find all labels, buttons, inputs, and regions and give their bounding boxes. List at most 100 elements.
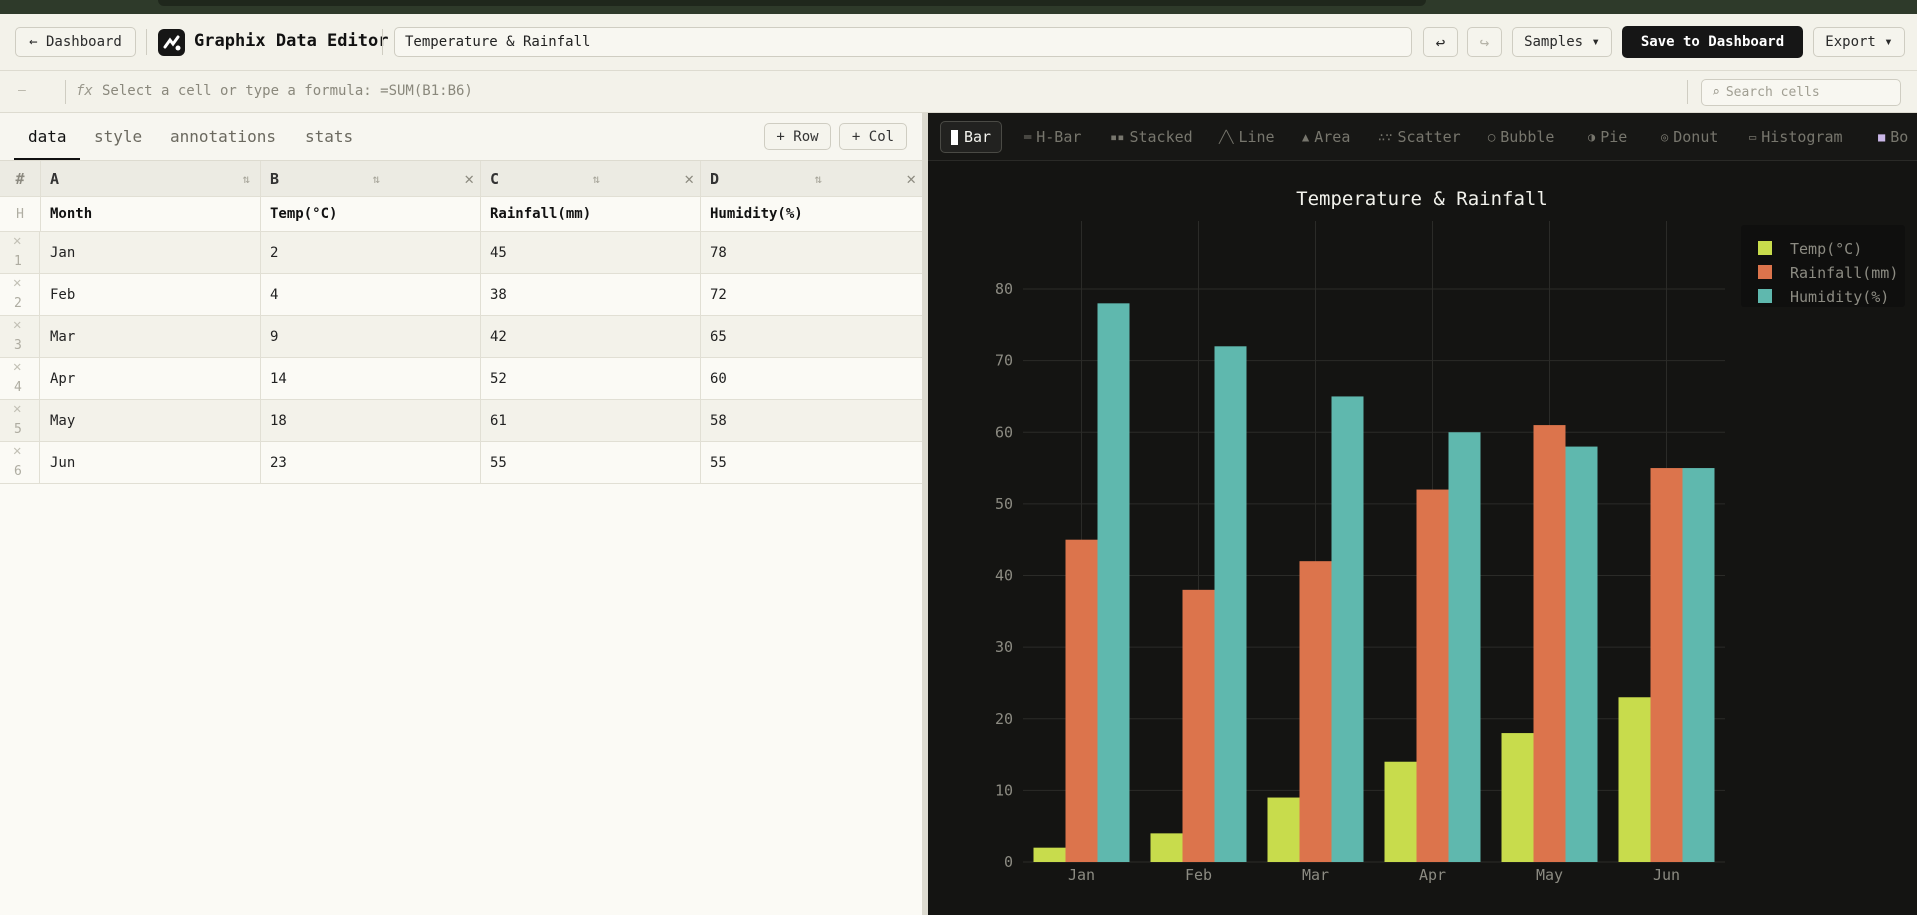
- delete-column-icon[interactable]: ✕: [684, 169, 694, 188]
- table-cell[interactable]: 72: [701, 274, 922, 315]
- table-cell[interactable]: 78: [701, 232, 922, 273]
- header-cell[interactable]: Rainfall(mm): [481, 197, 701, 231]
- sort-icon[interactable]: ⇅: [593, 172, 600, 186]
- table-cell[interactable]: 52: [481, 358, 701, 399]
- tab-data[interactable]: data: [28, 127, 67, 146]
- column-header-a[interactable]: A ⇅: [41, 161, 261, 196]
- table-cell[interactable]: 9: [261, 316, 481, 357]
- sort-icon[interactable]: ⇅: [243, 172, 250, 186]
- tab-annotations[interactable]: annotations: [170, 127, 276, 146]
- chart-type-bar[interactable]: Bar: [940, 121, 1003, 153]
- delete-column-icon[interactable]: ✕: [464, 169, 474, 188]
- header-cell[interactable]: Humidity(%): [701, 197, 922, 231]
- y-tick-label: 80: [995, 280, 1013, 298]
- top-strip-bar: [158, 0, 1426, 6]
- search-cells-input[interactable]: ⌕ Search cells: [1701, 79, 1901, 106]
- table-cell[interactable]: 23: [261, 442, 481, 483]
- table-cell[interactable]: Mar: [41, 316, 261, 357]
- formula-input[interactable]: Select a cell or type a formula: =SUM(B1…: [102, 83, 473, 99]
- header-cell[interactable]: Temp(°C): [261, 197, 481, 231]
- table-cell[interactable]: 42: [481, 316, 701, 357]
- redo-button[interactable]: ↪: [1467, 27, 1502, 57]
- chart-type-hbar[interactable]: ═ H-Bar: [1024, 121, 1081, 153]
- column-header-c[interactable]: C ⇅ ✕: [481, 161, 701, 196]
- table-cell[interactable]: 58: [701, 400, 922, 441]
- table-cell[interactable]: 65: [701, 316, 922, 357]
- legend-swatch: [1758, 241, 1772, 255]
- delete-row-icon[interactable]: ✕: [13, 443, 21, 459]
- chart-type-stacked[interactable]: ▪▪ Stacked: [1110, 121, 1193, 153]
- header: ← Dashboard Graphix Data Editor Temperat…: [0, 14, 1917, 71]
- table-cell[interactable]: 4: [261, 274, 481, 315]
- table-cell[interactable]: Jun: [41, 442, 261, 483]
- chart-type-box[interactable]: ■ Bo: [1878, 121, 1908, 153]
- column-header-d[interactable]: D ⇅ ✕: [701, 161, 922, 196]
- bar: [1682, 468, 1715, 862]
- table-cell[interactable]: 18: [261, 400, 481, 441]
- delete-row-icon[interactable]: ✕: [13, 401, 21, 417]
- column-letter: D: [710, 169, 720, 188]
- table-cell[interactable]: Apr: [41, 358, 261, 399]
- table-cell[interactable]: May: [41, 400, 261, 441]
- chart-type-pie[interactable]: ◑ Pie: [1588, 121, 1627, 153]
- delete-column-icon[interactable]: ✕: [906, 169, 916, 188]
- y-tick-label: 20: [995, 710, 1013, 728]
- redo-icon: ↪: [1479, 32, 1490, 52]
- table-cell[interactable]: 60: [701, 358, 922, 399]
- table-cell[interactable]: 45: [481, 232, 701, 273]
- column-header-b[interactable]: B ⇅ ✕: [261, 161, 481, 196]
- add-column-button[interactable]: + Col: [839, 123, 907, 150]
- bar: [1533, 425, 1566, 862]
- box-chart-icon: ■: [1878, 130, 1886, 144]
- chart-type-area[interactable]: ▲ Area: [1302, 121, 1350, 153]
- bar: [1565, 446, 1598, 862]
- stacked-chart-icon: ▪▪: [1110, 130, 1125, 144]
- x-tick-label: Feb: [1185, 866, 1212, 884]
- table-cell[interactable]: 2: [261, 232, 481, 273]
- bar: [1331, 396, 1364, 862]
- save-to-dashboard-button[interactable]: Save to Dashboard: [1622, 26, 1803, 58]
- chart-type-bubble[interactable]: ◯ Bubble: [1488, 121, 1554, 153]
- chart-type-label: Pie: [1600, 128, 1628, 146]
- tab-style[interactable]: style: [94, 127, 142, 146]
- chart-type-label: Area: [1314, 128, 1351, 146]
- sort-icon[interactable]: ⇅: [373, 172, 380, 186]
- table-cell[interactable]: Jan: [41, 232, 261, 273]
- table-cell[interactable]: Feb: [41, 274, 261, 315]
- delete-row-icon[interactable]: ✕: [13, 317, 21, 333]
- samples-dropdown[interactable]: Samples ▾: [1512, 27, 1612, 57]
- bar: [1214, 346, 1247, 862]
- y-tick-label: 50: [995, 495, 1013, 513]
- table-cell[interactable]: 61: [481, 400, 701, 441]
- delete-row-icon[interactable]: ✕: [13, 359, 21, 375]
- export-dropdown[interactable]: Export ▾: [1813, 27, 1905, 57]
- header-cell[interactable]: Month: [41, 197, 261, 231]
- legend-swatch: [1758, 289, 1772, 303]
- delete-row-icon[interactable]: ✕: [13, 233, 21, 249]
- bar: [1416, 489, 1449, 862]
- table-cell[interactable]: 55: [701, 442, 922, 483]
- table-cell[interactable]: 55: [481, 442, 701, 483]
- bar: [1650, 468, 1683, 862]
- chart-type-histogram[interactable]: ▭ Histogram: [1749, 121, 1843, 153]
- y-tick-label: 60: [995, 423, 1013, 441]
- table-cell[interactable]: 38: [481, 274, 701, 315]
- sort-icon[interactable]: ⇅: [815, 172, 822, 186]
- bar: [1182, 589, 1215, 862]
- tab-stats[interactable]: stats: [305, 127, 353, 146]
- row-number-cell: ✕ 5: [0, 400, 40, 441]
- undo-button[interactable]: ↩: [1423, 27, 1458, 57]
- bar: [1267, 797, 1300, 862]
- add-row-button[interactable]: + Row: [764, 123, 831, 150]
- x-tick-label: Apr: [1419, 866, 1446, 884]
- delete-row-icon[interactable]: ✕: [13, 275, 21, 291]
- chart-type-donut[interactable]: ◎ Donut: [1661, 121, 1718, 153]
- search-icon: ⌕: [1712, 85, 1720, 100]
- row-number: 6: [14, 464, 22, 479]
- chart-type-line[interactable]: ╱╲ Line: [1219, 121, 1275, 153]
- y-tick-label: 10: [995, 781, 1013, 799]
- table-cell[interactable]: 14: [261, 358, 481, 399]
- document-title-input[interactable]: Temperature & Rainfall: [394, 27, 1412, 57]
- back-to-dashboard-button[interactable]: ← Dashboard: [15, 27, 136, 57]
- chart-type-scatter[interactable]: ∴∵ Scatter: [1378, 121, 1461, 153]
